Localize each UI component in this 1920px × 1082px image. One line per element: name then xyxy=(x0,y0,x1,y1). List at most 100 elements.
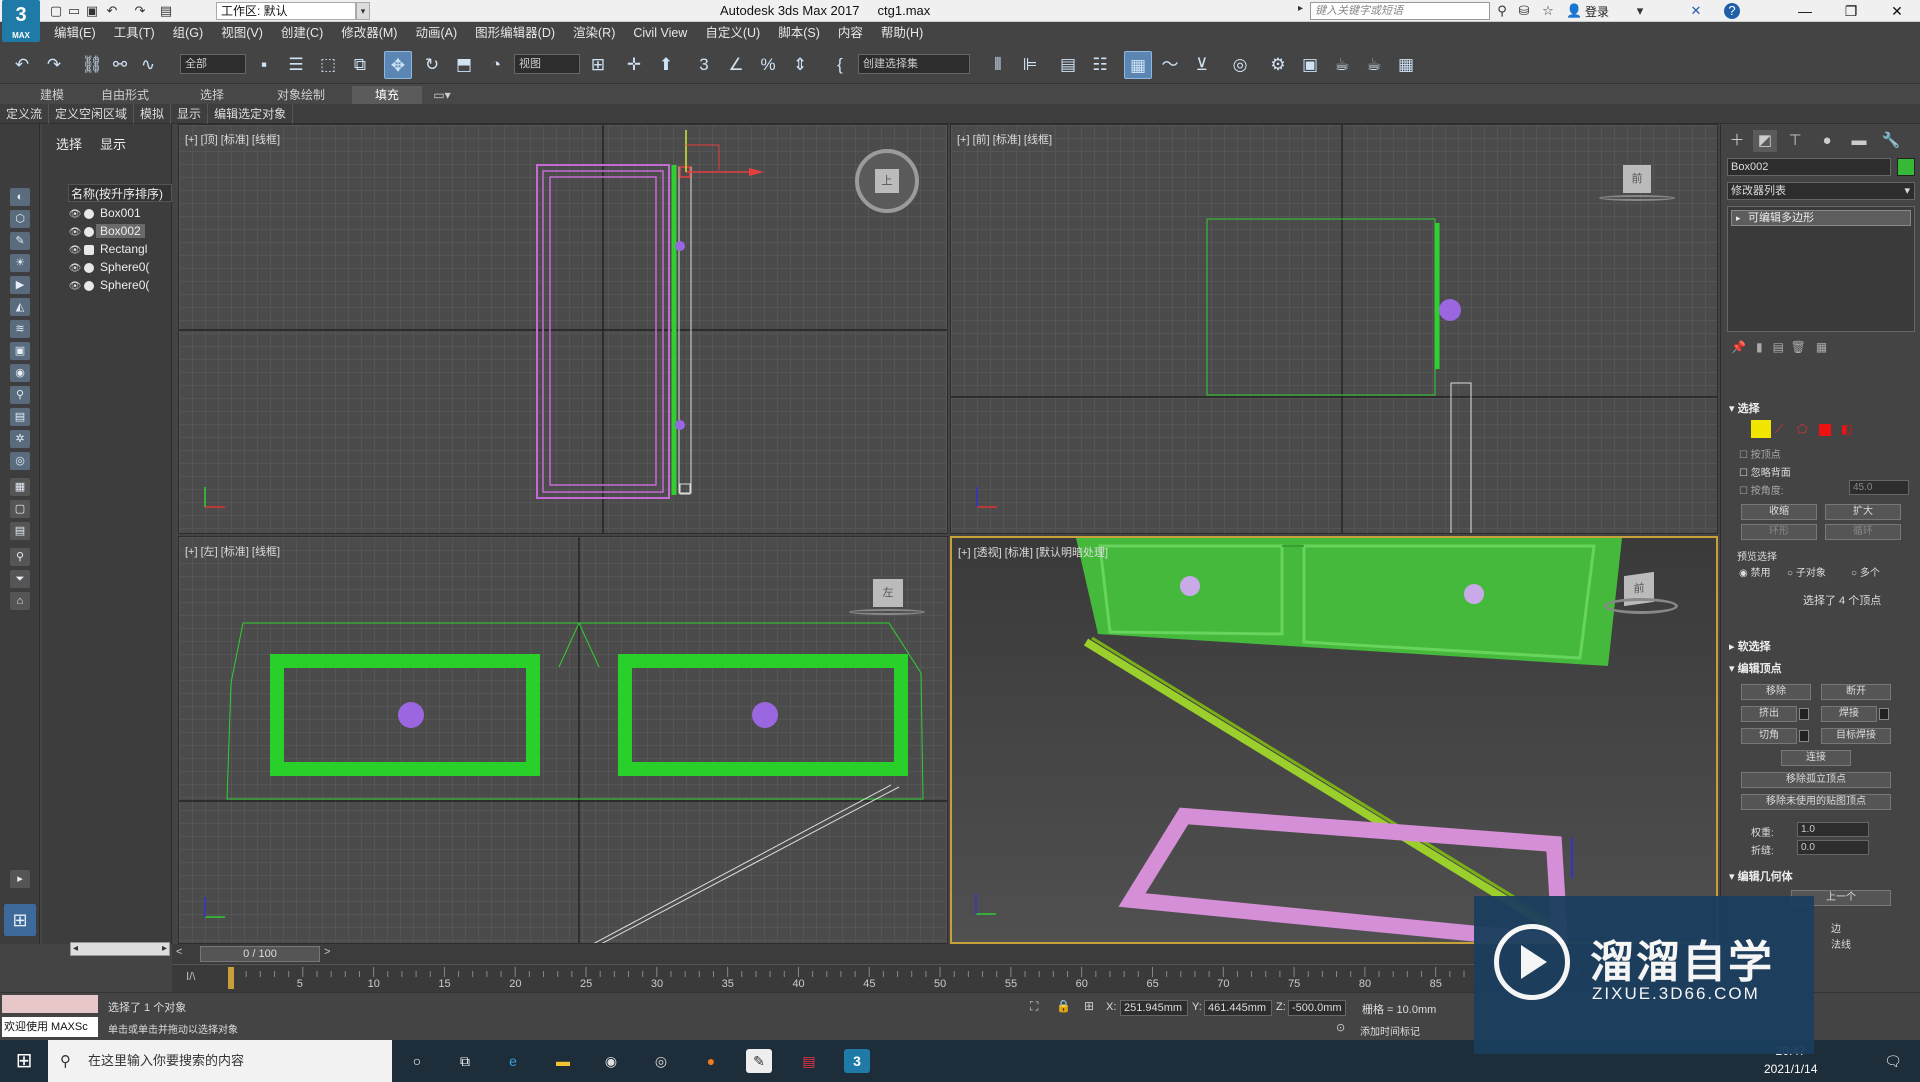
viewcube-ring[interactable] xyxy=(1604,598,1678,614)
render-iterative-icon[interactable]: ☕ xyxy=(1360,51,1388,79)
select-place-icon[interactable]: ◔ xyxy=(482,51,510,79)
eye-icon[interactable]: 👁 xyxy=(68,278,82,294)
explorer-tab-display[interactable]: 显示 xyxy=(100,137,126,152)
loop-button[interactable]: 循环 xyxy=(1825,524,1901,540)
viewcube-compass[interactable]: 上 xyxy=(855,149,919,213)
extrude-settings-icon[interactable] xyxy=(1799,708,1809,720)
login-link[interactable]: 登录 xyxy=(1585,3,1609,20)
expand-arrow-icon[interactable]: ▸ xyxy=(10,870,30,888)
app-icon[interactable]: ◉ xyxy=(598,1049,624,1073)
bind-spacewarp-icon[interactable]: ∿ xyxy=(134,51,162,79)
open-file-icon[interactable]: ▭ xyxy=(66,3,82,19)
chamfer-button[interactable]: 切角 xyxy=(1741,728,1797,744)
unlink-icon[interactable]: ⚯ xyxy=(106,51,134,79)
schematic-view-icon[interactable]: ⊻ xyxy=(1188,51,1216,79)
crease-spinner[interactable]: 0.0 xyxy=(1797,840,1869,855)
filter-icon[interactable]: ⏷ xyxy=(10,570,30,588)
explorer-item[interactable]: 👁 Sphere0( xyxy=(68,276,172,294)
rollout-edit-geometry[interactable]: ▾ 编辑几何体 xyxy=(1729,868,1793,884)
angle-spinner[interactable]: 45.0 xyxy=(1849,480,1909,495)
favorites-star-icon[interactable]: ☆ xyxy=(1540,3,1556,19)
select-by-name-icon[interactable]: ☰ xyxy=(282,51,310,79)
ribbon-tab-freeform[interactable]: 自由形式 xyxy=(90,86,160,104)
edit-selected-tab[interactable]: 编辑选定对象 xyxy=(208,104,294,124)
grow-button[interactable]: 扩大 xyxy=(1825,504,1901,520)
subscription-icon[interactable]: ⛁ xyxy=(1516,3,1532,19)
firefox-icon[interactable]: ● xyxy=(698,1049,724,1073)
key-mode-icon[interactable]: Ⅰ/\ xyxy=(186,970,195,983)
ignore-backfacing-checkbox[interactable]: ☐ 忽略背面 xyxy=(1739,464,1791,479)
modifier-stack-item[interactable]: ▸ 可编辑多边形 xyxy=(1731,210,1911,226)
define-idle-areas-tab[interactable]: 定义空闲区域 xyxy=(49,104,135,124)
display-bones-icon[interactable]: ⚲ xyxy=(10,386,30,404)
pivot-center-icon[interactable]: ⊞ xyxy=(584,51,612,79)
make-unique-icon[interactable]: ▤ xyxy=(1773,340,1784,354)
edge-browser-icon[interactable]: e xyxy=(500,1049,526,1073)
rollout-edit-vertices[interactable]: ▾ 编辑顶点 xyxy=(1729,660,1782,676)
help-search-input[interactable]: 键入关键字或短语 xyxy=(1310,2,1490,20)
weight-spinner[interactable]: 1.0 xyxy=(1797,822,1869,837)
display-all-icon[interactable]: ◎ xyxy=(10,452,30,470)
chamfer-settings-icon[interactable] xyxy=(1799,730,1809,742)
app-logo[interactable]: 3 MAX xyxy=(2,0,40,42)
explorer-scrollbar[interactable]: ◂ ▸ xyxy=(70,942,170,956)
cortana-icon[interactable]: ○ xyxy=(404,1049,430,1073)
minimize-button[interactable]: — xyxy=(1782,0,1828,22)
save-file-icon[interactable]: ▣ xyxy=(84,3,100,19)
menu-scripting[interactable]: 脚本(S) xyxy=(769,22,829,44)
ribbon-tab-populate[interactable]: 填充 xyxy=(352,86,422,104)
explorer-column-header[interactable]: 名称(按升序排序) xyxy=(68,184,172,202)
notepad-icon[interactable]: ✎ xyxy=(746,1049,772,1073)
viewcube[interactable]: 前 xyxy=(1623,165,1651,193)
workspace-dropdown[interactable]: 工作区: 默认 xyxy=(216,2,356,20)
menu-graph-editors[interactable]: 图形编辑器(D) xyxy=(466,22,564,44)
menu-help[interactable]: 帮助(H) xyxy=(872,22,932,44)
task-view-icon[interactable]: ⧉ xyxy=(452,1049,478,1073)
maxscript-mini-listener[interactable]: 欢迎使用 MAXSc xyxy=(2,1017,98,1037)
y-coordinate-field[interactable]: 461.445mm xyxy=(1204,1000,1272,1016)
file-explorer-icon[interactable]: ▬ xyxy=(550,1049,576,1073)
viewport-label[interactable]: [+] [顶] [标准] [线框] xyxy=(185,131,280,147)
by-angle-checkbox[interactable]: ☐ 按角度: xyxy=(1739,482,1784,497)
layers-icon[interactable]: ☷ xyxy=(1086,51,1114,79)
menu-customize[interactable]: 自定义(U) xyxy=(696,22,769,44)
ribbon-tab-modeling[interactable]: 建模 xyxy=(30,86,74,104)
material-editor-icon[interactable]: ◎ xyxy=(1226,51,1254,79)
break-button[interactable]: 断开 xyxy=(1821,684,1891,700)
display-tab-icon[interactable]: ▬ xyxy=(1847,130,1871,152)
display-spacewarps-icon[interactable]: ≋ xyxy=(10,320,30,338)
time-slider-thumb[interactable]: 0 / 100 xyxy=(200,946,320,962)
configure-sets-icon[interactable]: ▦ xyxy=(1816,340,1827,354)
menu-content[interactable]: 内容 xyxy=(829,22,872,44)
app-icon[interactable]: ▤ xyxy=(796,1049,822,1073)
select-manipulate-icon[interactable]: ✛ xyxy=(620,51,648,79)
preview-disabled-radio[interactable]: ◉ 禁用 xyxy=(1739,564,1771,579)
preview-subobject-radio[interactable]: ○ 子对象 xyxy=(1787,564,1826,579)
x-coordinate-field[interactable]: 251.945mm xyxy=(1120,1000,1188,1016)
remove-button[interactable]: 移除 xyxy=(1741,684,1811,700)
extrude-button[interactable]: 挤出 xyxy=(1741,706,1797,722)
freeze-icon[interactable]: ⚲ xyxy=(10,548,30,566)
element-mode-icon[interactable]: ◧ xyxy=(1841,422,1852,436)
eye-icon[interactable]: 👁 xyxy=(68,260,82,276)
window-crossing-icon[interactable]: ⧉ xyxy=(346,51,374,79)
eye-icon[interactable]: 👁 xyxy=(68,242,82,258)
display-lights-icon[interactable]: ☀ xyxy=(10,254,30,272)
render-cloud-icon[interactable]: ▦ xyxy=(1392,51,1420,79)
time-prev-icon[interactable]: < xyxy=(176,946,182,958)
viewport-perspective[interactable]: [+] [透视] [标准] [默认明暗处理] 前 xyxy=(950,536,1718,944)
select-move-icon[interactable]: ✥ xyxy=(384,51,412,79)
explorer-item[interactable]: 👁 Rectangl xyxy=(68,240,172,258)
menu-views[interactable]: 视图(V) xyxy=(212,22,272,44)
edge-radio[interactable]: 边 xyxy=(1831,920,1841,935)
help-icon[interactable]: ? xyxy=(1724,3,1740,19)
spinner-snap-icon[interactable]: ⇕ xyxy=(786,51,814,79)
selection-filter-dropdown[interactable]: 全部 xyxy=(180,54,246,74)
binoculars-icon[interactable]: ⚲ xyxy=(1494,3,1510,19)
display-influences-icon[interactable]: ▢ xyxy=(10,500,30,518)
viewport-label[interactable]: [+] [前] [标准] [线框] xyxy=(957,131,1052,147)
add-time-tag[interactable]: 添加时间标记 xyxy=(1360,1023,1420,1038)
isolate-selection-icon[interactable]: ⛶ xyxy=(1030,999,1038,1014)
by-vertex-checkbox[interactable]: ☐ 按顶点 xyxy=(1739,446,1781,461)
modify-tab-icon[interactable]: ◩ xyxy=(1753,130,1777,152)
